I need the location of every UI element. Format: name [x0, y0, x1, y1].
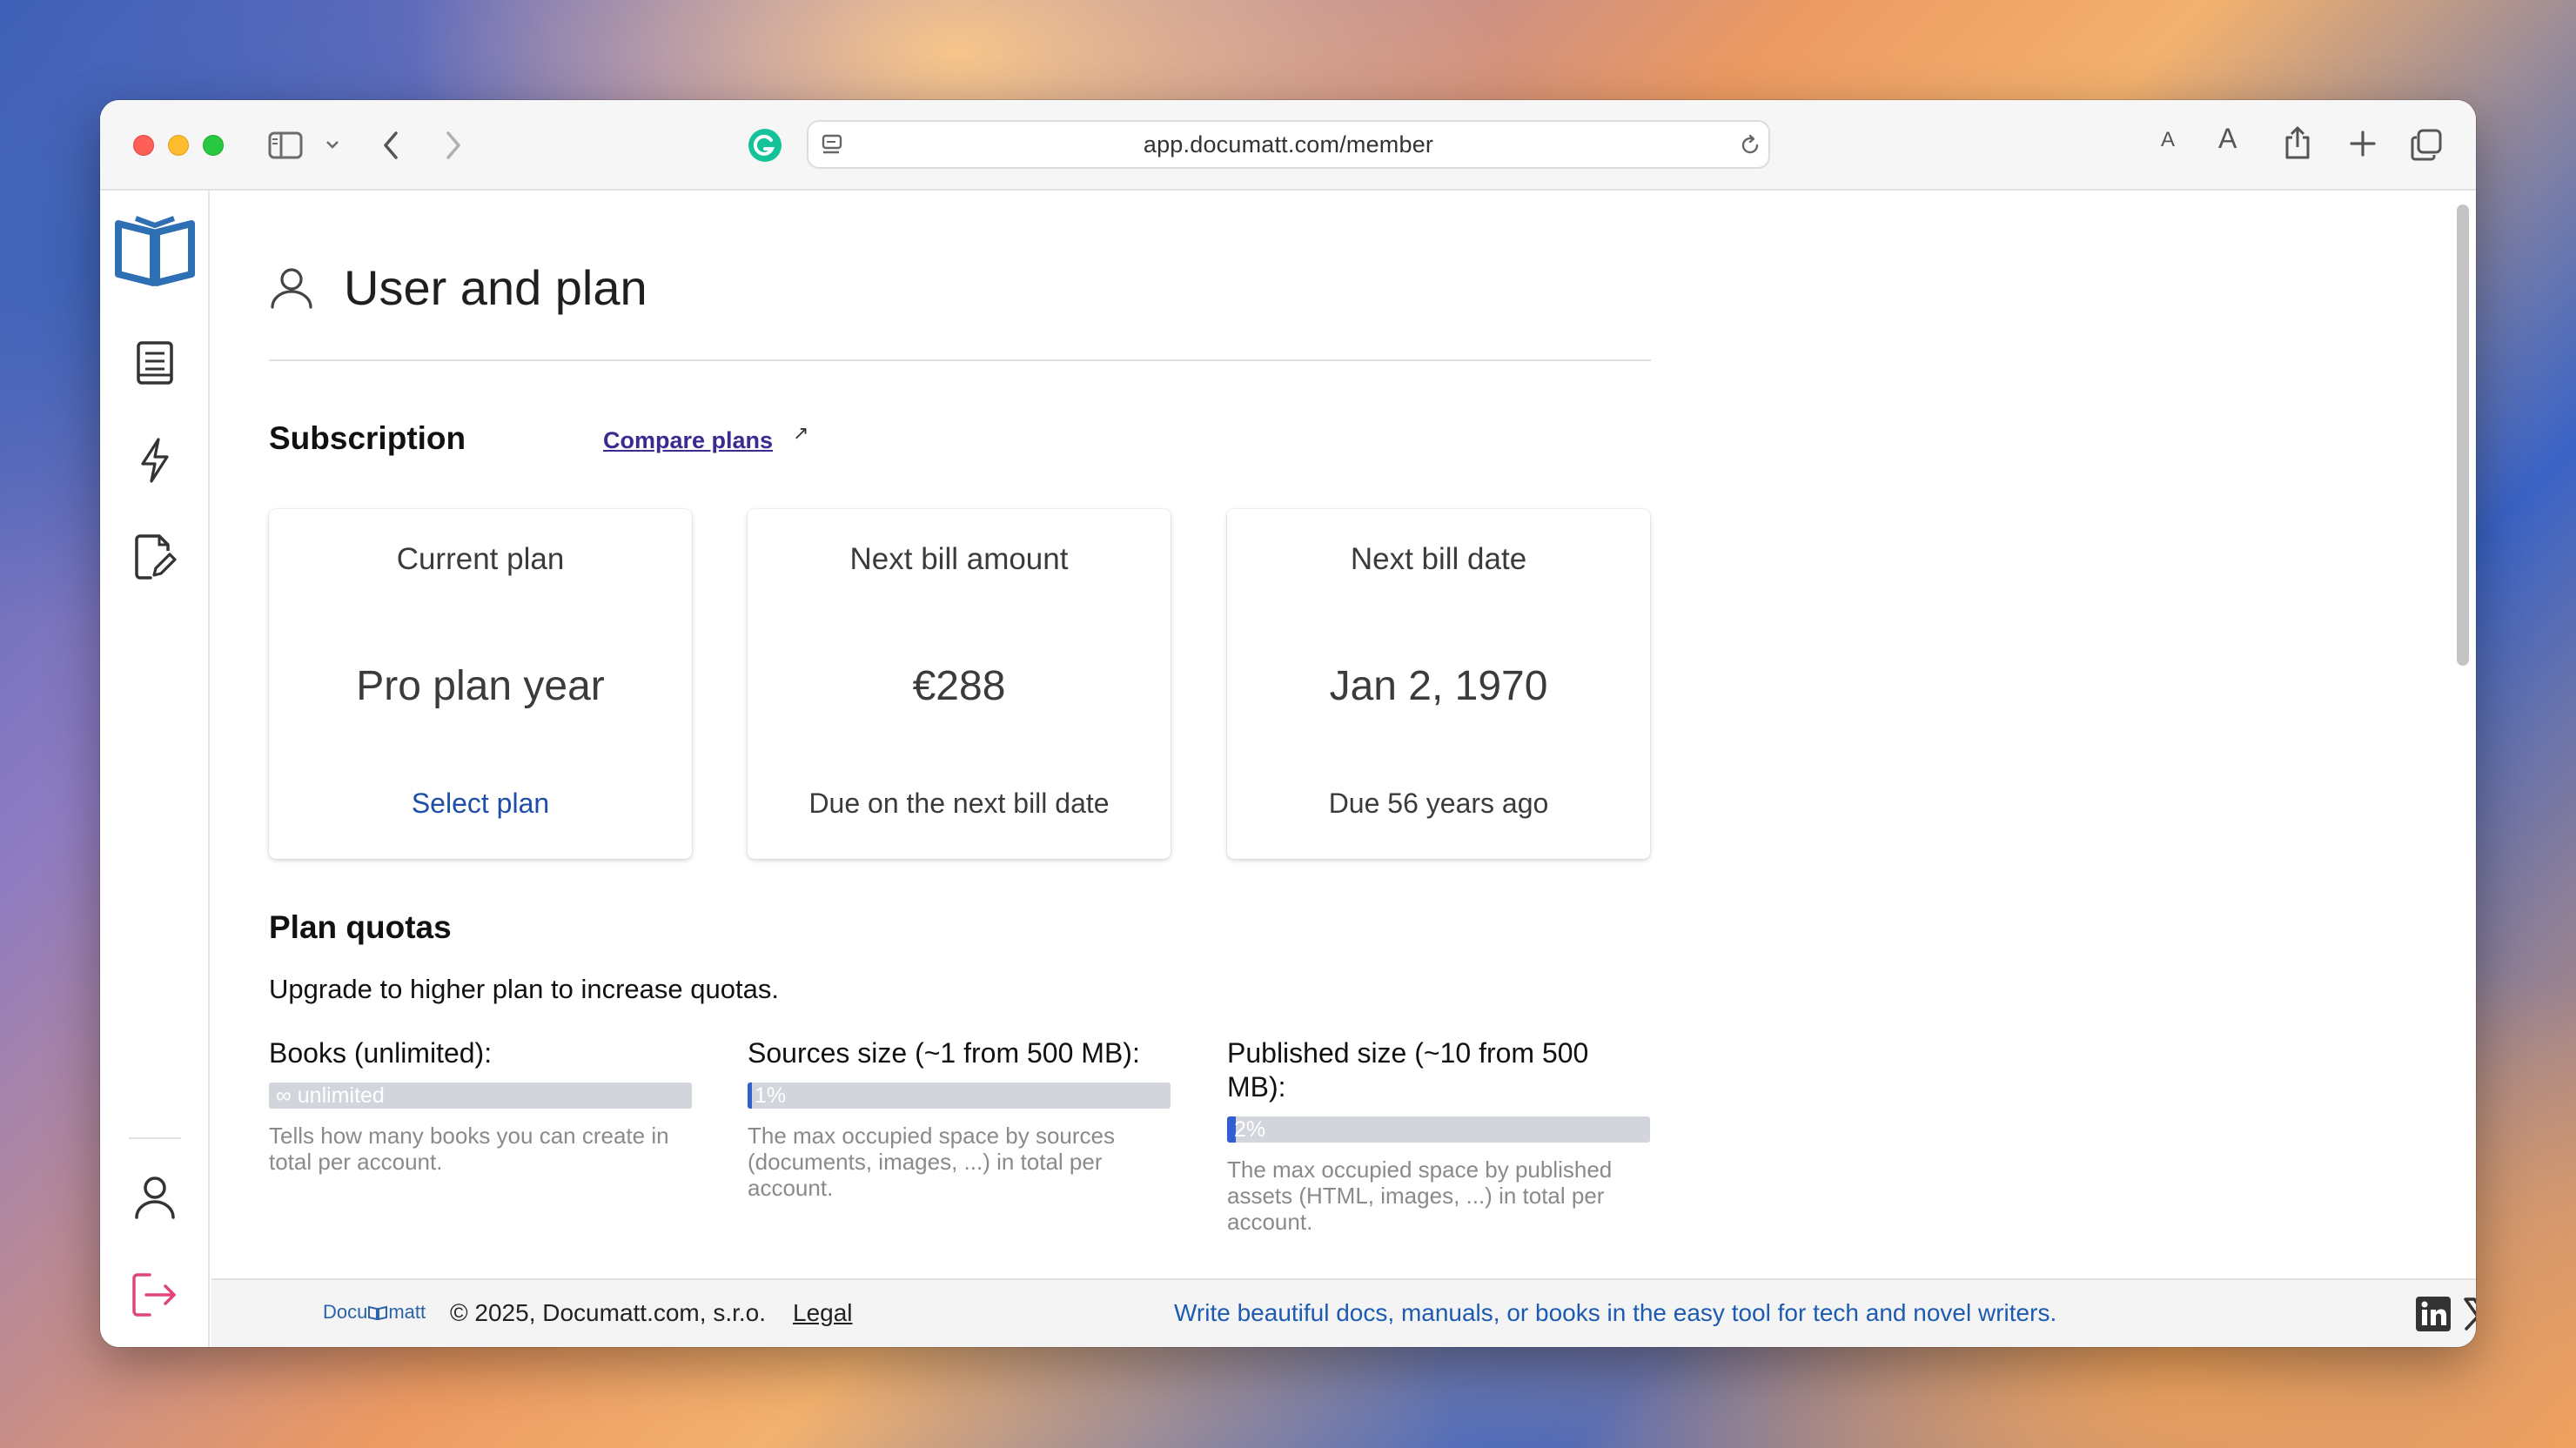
books-icon[interactable]	[100, 340, 210, 385]
card-value: Pro plan year	[356, 663, 605, 709]
footer-legal-link[interactable]: Legal	[793, 1299, 853, 1327]
browser-window: app.documatt.com/member A A User and pla…	[100, 100, 2476, 1347]
grammarly-icon[interactable]	[748, 128, 782, 163]
decrease-font-button[interactable]: A	[2161, 128, 2175, 152]
subscription-heading: Subscription	[269, 420, 466, 456]
edit-document-icon[interactable]	[100, 533, 210, 580]
external-link-icon: ↗	[793, 422, 809, 444]
reload-icon[interactable]	[1738, 133, 1762, 158]
book-logo-icon	[368, 1305, 388, 1321]
quota-progress-fill	[748, 1083, 752, 1109]
share-icon[interactable]	[2283, 124, 2312, 161]
card-foot: Due 56 years ago	[1328, 788, 1549, 819]
user-icon	[269, 265, 314, 315]
forward-icon[interactable]	[443, 130, 464, 161]
footer-logo[interactable]: Docu matt	[323, 1301, 426, 1324]
title-divider	[269, 359, 1651, 361]
app-sidebar	[100, 191, 210, 1347]
quota-progress-text: 2%	[1234, 1117, 1266, 1142]
footer-tagline-link[interactable]: Write beautiful docs, manuals, or books …	[1174, 1299, 2056, 1327]
x-twitter-icon[interactable]	[2462, 1296, 2476, 1337]
sidebar-divider	[129, 1137, 181, 1139]
scrollbar[interactable]	[2450, 191, 2476, 1278]
footer-logo-text-left: Docu	[323, 1301, 368, 1323]
quota-progress-bar: 2%	[1227, 1116, 1650, 1143]
page-title: User and plan	[344, 260, 647, 315]
minimize-window-button[interactable]	[168, 135, 189, 156]
compare-plans-link[interactable]: Compare plans	[603, 427, 773, 454]
address-bar[interactable]: app.documatt.com/member	[807, 120, 1770, 169]
increase-font-button[interactable]: A	[2218, 123, 2237, 155]
tab-overview-icon[interactable]	[2410, 128, 2443, 161]
quota-label: Books (unlimited):	[269, 1037, 493, 1069]
page-footer: Docu matt © 2025, Documatt.com, s.r.o. Le…	[211, 1278, 2476, 1347]
linkedin-icon[interactable]	[2415, 1296, 2452, 1337]
quota-description: Tells how many books you can create in t…	[269, 1123, 669, 1175]
card-label: Current plan	[396, 542, 565, 576]
footer-copyright: © 2025, Documatt.com, s.r.o.	[450, 1299, 767, 1326]
quota-label: Sources size (~1 from 500 MB):	[748, 1037, 1140, 1069]
quota-sources-size: Sources size (~1 from 500 MB): 1% The ma…	[748, 1036, 1171, 1201]
sidebar-toggle-icon[interactable]	[268, 131, 303, 159]
current-plan-card: Current plan Pro plan year Select plan	[269, 509, 692, 859]
quota-description: The max occupied space by published asse…	[1227, 1156, 1613, 1235]
quota-label: Published size (~10 from 500 MB):	[1227, 1037, 1589, 1103]
quota-description: The max occupied space by sources (docum…	[748, 1123, 1115, 1201]
logout-icon[interactable]	[100, 1271, 210, 1318]
zoom-window-button[interactable]	[203, 135, 224, 156]
next-bill-date-card: Next bill date Jan 2, 1970 Due 56 years …	[1227, 509, 1650, 859]
quota-books: Books (unlimited): ∞ unlimited Tells how…	[269, 1036, 692, 1175]
quota-progress-bar: ∞ unlimited	[269, 1083, 692, 1109]
new-tab-icon[interactable]	[2349, 130, 2377, 158]
chevron-down-icon[interactable]	[325, 138, 340, 151]
card-label: Next bill date	[1350, 542, 1527, 576]
card-label: Next bill amount	[849, 542, 1069, 576]
footer-logo-text-right: matt	[388, 1301, 426, 1323]
scrollbar-thumb[interactable]	[2457, 204, 2469, 666]
select-plan-link[interactable]: Select plan	[269, 788, 692, 820]
quota-progress-text: 1%	[755, 1083, 787, 1108]
back-icon[interactable]	[380, 130, 401, 161]
user-account-icon[interactable]	[100, 1174, 210, 1221]
plan-quotas-heading: Plan quotas	[269, 909, 452, 945]
card-value: €288	[912, 663, 1006, 709]
quota-progress-bar: 1%	[748, 1083, 1171, 1109]
quota-published-size: Published size (~10 from 500 MB): 2% The…	[1227, 1036, 1650, 1235]
card-value: Jan 2, 1970	[1329, 663, 1548, 709]
next-bill-amount-card: Next bill amount €288 Due on the next bi…	[748, 509, 1171, 859]
lightning-icon[interactable]	[100, 436, 210, 485]
quota-progress-text: ∞ unlimited	[276, 1083, 385, 1108]
documatt-logo-icon[interactable]	[100, 213, 210, 286]
main-content: User and plan Subscription Compare plans…	[211, 191, 2476, 1278]
browser-toolbar: app.documatt.com/member A A	[100, 100, 2476, 191]
quotas-intro: Upgrade to higher plan to increase quota…	[269, 974, 779, 1004]
close-window-button[interactable]	[133, 135, 154, 156]
card-foot: Due on the next bill date	[808, 788, 1110, 819]
url-text[interactable]: app.documatt.com/member	[808, 122, 1768, 167]
